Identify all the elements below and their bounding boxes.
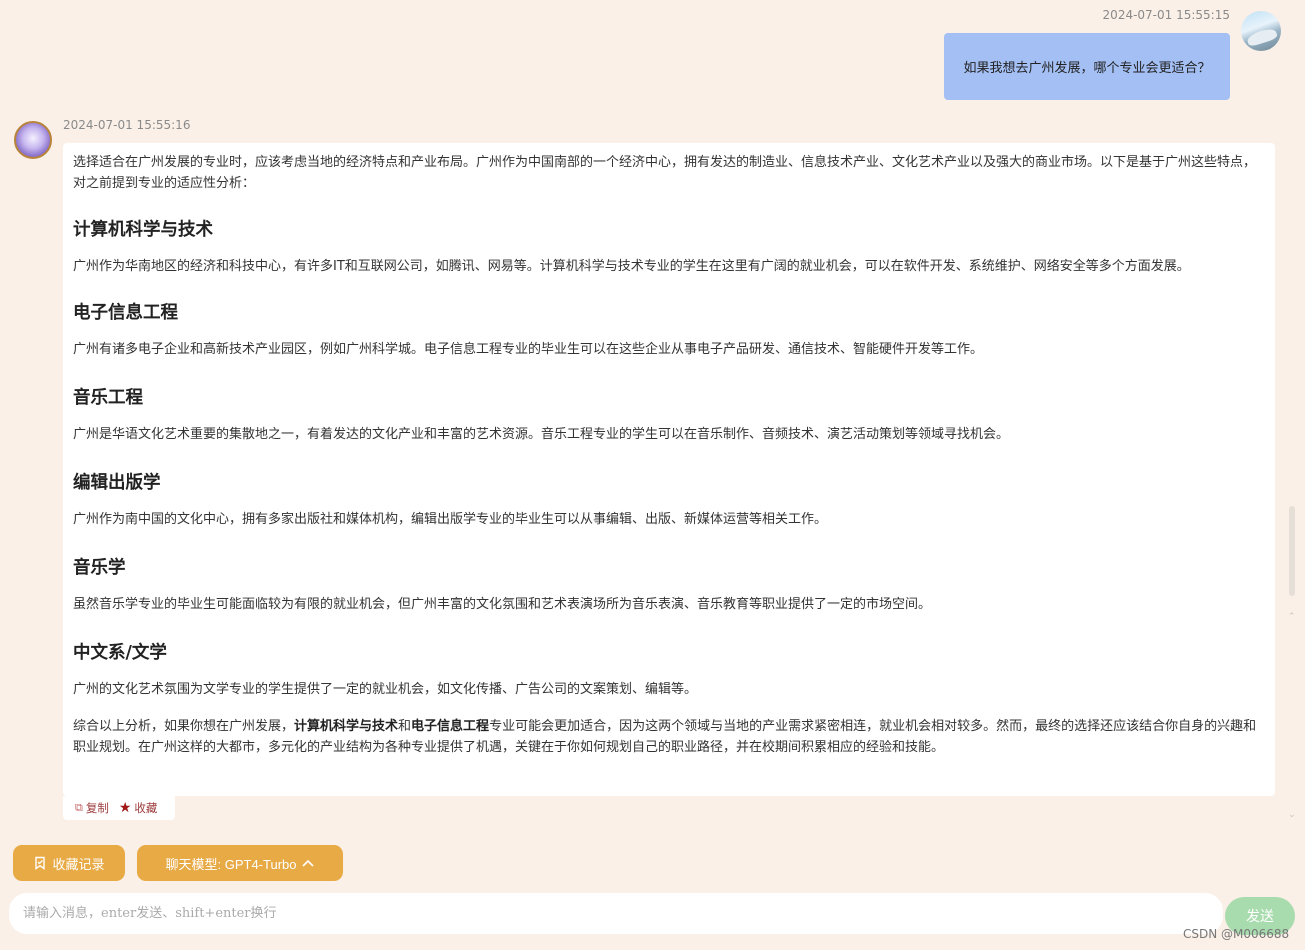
watermark: CSDN @M006688: [1183, 927, 1290, 941]
message-input[interactable]: [9, 893, 1223, 934]
section-body: 广州有诸多电子企业和高新技术产业园区，例如广州科学城。电子信息工程专业的毕业生可…: [73, 342, 984, 357]
section-body: 广州的文化艺术氛围为文学专业的学生提供了一定的就业机会，如文化传播、广告公司的文…: [73, 682, 698, 697]
chevron-up-icon: [302, 859, 315, 867]
message-input-wrapper: [9, 893, 1223, 934]
section-heading: 音乐学: [73, 558, 126, 578]
user-message-timestamp: 2024-07-01 15:55:15: [1102, 8, 1230, 22]
user-message-bubble: 如果我想去广州发展，哪个专业会更适合？: [944, 33, 1230, 100]
section-heading: 编辑出版学: [73, 473, 161, 493]
assistant-message-card: 选择适合在广州发展的专业时，应该考虑当地的经济特点和产业布局。广州作为中国南部的…: [63, 143, 1275, 796]
favorite-button[interactable]: ★ 收藏: [119, 800, 158, 816]
user-avatar: [1241, 11, 1281, 51]
section-body: 虽然音乐学专业的毕业生可能面临较为有限的就业机会，但广州丰富的文化氛围和艺术表演…: [73, 597, 932, 612]
scroll-down-arrow-icon[interactable]: ⌄: [1288, 810, 1296, 820]
section-body: 广州作为南中国的文化中心，拥有多家出版社和媒体机构，编辑出版学专业的毕业生可以从…: [73, 512, 828, 527]
favorite-label: 收藏: [134, 801, 158, 815]
section-heading: 计算机科学与技术: [73, 220, 213, 240]
section-heading: 电子信息工程: [73, 303, 178, 323]
favorites-record-button[interactable]: 收藏记录: [13, 845, 125, 881]
chat-scrollbar[interactable]: [1288, 0, 1296, 830]
copy-label: 复制: [85, 801, 109, 815]
favorites-record-label: 收藏记录: [52, 856, 105, 872]
bookmark-icon: [35, 856, 46, 870]
section-body: 广州是华语文化艺术重要的集散地之一，有着发达的文化产业和丰富的艺术资源。音乐工程…: [73, 427, 1010, 442]
star-icon: ★: [118, 800, 132, 816]
conclusion-highlight: 电子信息工程: [411, 719, 490, 734]
assistant-avatar: [14, 121, 52, 159]
scrollbar-thumb[interactable]: [1289, 506, 1295, 596]
copy-icon: ⧉: [75, 801, 83, 814]
section-heading: 中文系/文学: [73, 643, 167, 663]
assistant-conclusion-text: 综合以上分析，如果你想在广州发展，计算机科学与技术和电子信息工程专业可能会更加适…: [73, 716, 1265, 758]
conclusion-text: 和: [398, 719, 412, 734]
assistant-message-timestamp: 2024-07-01 15:55:16: [63, 118, 191, 132]
chat-model-selector[interactable]: 聊天模型: GPT4-Turbo: [137, 845, 343, 881]
conclusion-highlight: 计算机科学与技术: [294, 719, 399, 734]
conclusion-text: 综合以上分析，如果你想在广州发展，: [73, 719, 295, 734]
message-action-bar: ⧉ 复制 ★ 收藏: [63, 796, 175, 820]
copy-button[interactable]: ⧉ 复制: [75, 800, 109, 816]
assistant-intro-text: 选择适合在广州发展的专业时，应该考虑当地的经济特点和产业布局。广州作为中国南部的…: [73, 155, 1257, 191]
scroll-up-arrow-icon[interactable]: ⌃: [1288, 612, 1296, 622]
section-heading: 音乐工程: [73, 388, 143, 408]
section-body: 广州作为华南地区的经济和科技中心，有许多IT和互联网公司，如腾讯、网易等。计算机…: [73, 259, 1190, 274]
chat-model-label: 聊天模型: GPT4-Turbo: [165, 856, 297, 872]
